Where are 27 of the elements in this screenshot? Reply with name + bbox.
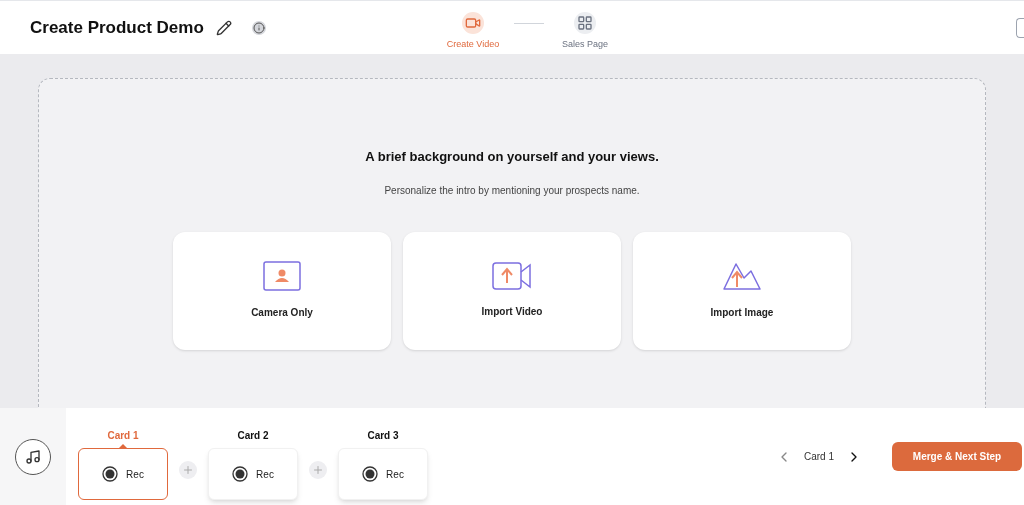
- record-icon: [102, 466, 119, 482]
- record-icon: [362, 466, 379, 482]
- step-tab[interactable]: Sales Page: [552, 3, 618, 52]
- edit-button[interactable]: [215, 19, 232, 36]
- record-icon: [232, 466, 249, 482]
- card-title: Card 3: [367, 429, 399, 443]
- prompt-subtext: Personalize the intro by mentioning your prospects name.: [384, 183, 640, 198]
- layout-icon: [577, 14, 593, 31]
- person-frame-icon: [263, 261, 301, 291]
- card-title: Card 2: [237, 429, 269, 443]
- side-panel-toggle[interactable]: [1016, 18, 1024, 38]
- option-card[interactable]: Import Video: [403, 231, 621, 350]
- page-title: Create Product Demo: [30, 16, 204, 39]
- music-note-icon: [25, 448, 41, 465]
- card-title: Card 1: [107, 429, 139, 443]
- music-button[interactable]: [15, 438, 51, 475]
- record-card[interactable]: Rec: [208, 448, 298, 500]
- record-card[interactable]: Rec: [338, 448, 428, 500]
- step-tab[interactable]: Create Video: [440, 3, 506, 52]
- record-card[interactable]: Rec: [78, 448, 168, 500]
- video-upload-icon: [492, 262, 532, 290]
- option-card[interactable]: Camera Only: [173, 231, 391, 350]
- prompt-heading: A brief background on yourself and your views.: [365, 148, 659, 166]
- image-upload-icon: [722, 261, 762, 291]
- option-card[interactable]: Import Image: [633, 231, 851, 350]
- info-icon[interactable]: [251, 20, 266, 35]
- pager-label: Card 1: [804, 450, 834, 464]
